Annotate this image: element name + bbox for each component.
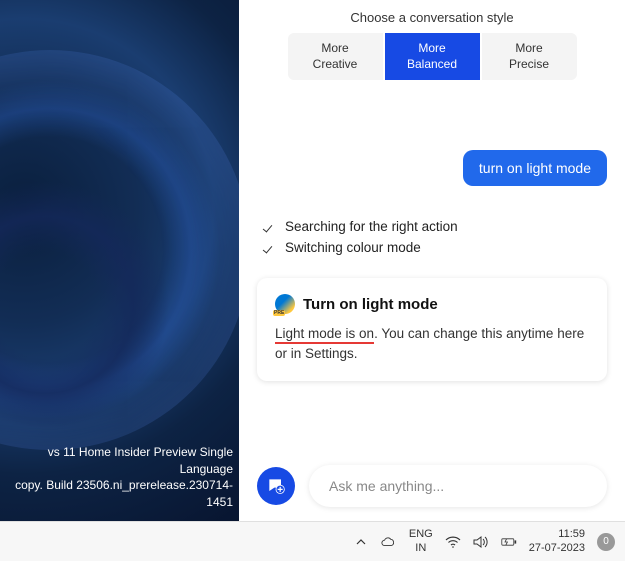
new-topic-button[interactable] — [257, 467, 295, 505]
card-title: Turn on light mode — [303, 296, 438, 313]
copilot-pre-icon — [275, 294, 295, 314]
volume-icon[interactable] — [473, 534, 489, 550]
onedrive-icon[interactable] — [381, 534, 397, 550]
watermark-line2: copy. Build 23506.ni_prerelease.230714-1… — [2, 477, 233, 511]
card-highlight: Light mode is on — [275, 326, 374, 344]
style-balanced[interactable]: More Balanced — [385, 33, 480, 80]
battery-icon[interactable] — [501, 534, 517, 550]
ask-input[interactable] — [309, 465, 607, 507]
style-precise[interactable]: More Precise — [482, 33, 577, 80]
windows-build-watermark: vs 11 Home Insider Preview Single Langua… — [0, 442, 239, 517]
style-header: Choose a conversation style — [239, 0, 625, 33]
user-message: turn on light mode — [463, 150, 607, 186]
wifi-icon[interactable] — [445, 534, 461, 550]
chat-area: turn on light mode Searching for the rig… — [239, 90, 625, 453]
check-icon — [261, 241, 275, 255]
check-icon — [261, 220, 275, 234]
chat-plus-icon — [266, 476, 286, 496]
style-creative[interactable]: More Creative — [288, 33, 383, 80]
notification-badge[interactable]: 0 — [597, 533, 615, 551]
copilot-panel: Choose a conversation style More Creativ… — [239, 0, 625, 521]
input-bar — [239, 453, 625, 521]
language-indicator[interactable]: ENG IN — [409, 528, 433, 554]
status-switching: Switching colour mode — [257, 237, 607, 258]
answer-card: Turn on light mode Light mode is on. You… — [257, 278, 607, 381]
watermark-line1: vs 11 Home Insider Preview Single Langua… — [2, 444, 233, 478]
tray-overflow-icon[interactable] — [353, 534, 369, 550]
status-searching: Searching for the right action — [257, 216, 607, 237]
taskbar: ENG IN 11:59 27-07-2023 0 — [0, 521, 625, 561]
card-header: Turn on light mode — [275, 294, 589, 314]
style-selector: More Creative More Balanced More Precise — [288, 33, 577, 80]
clock[interactable]: 11:59 27-07-2023 — [529, 528, 585, 554]
card-body: Light mode is on. You can change this an… — [275, 324, 589, 365]
